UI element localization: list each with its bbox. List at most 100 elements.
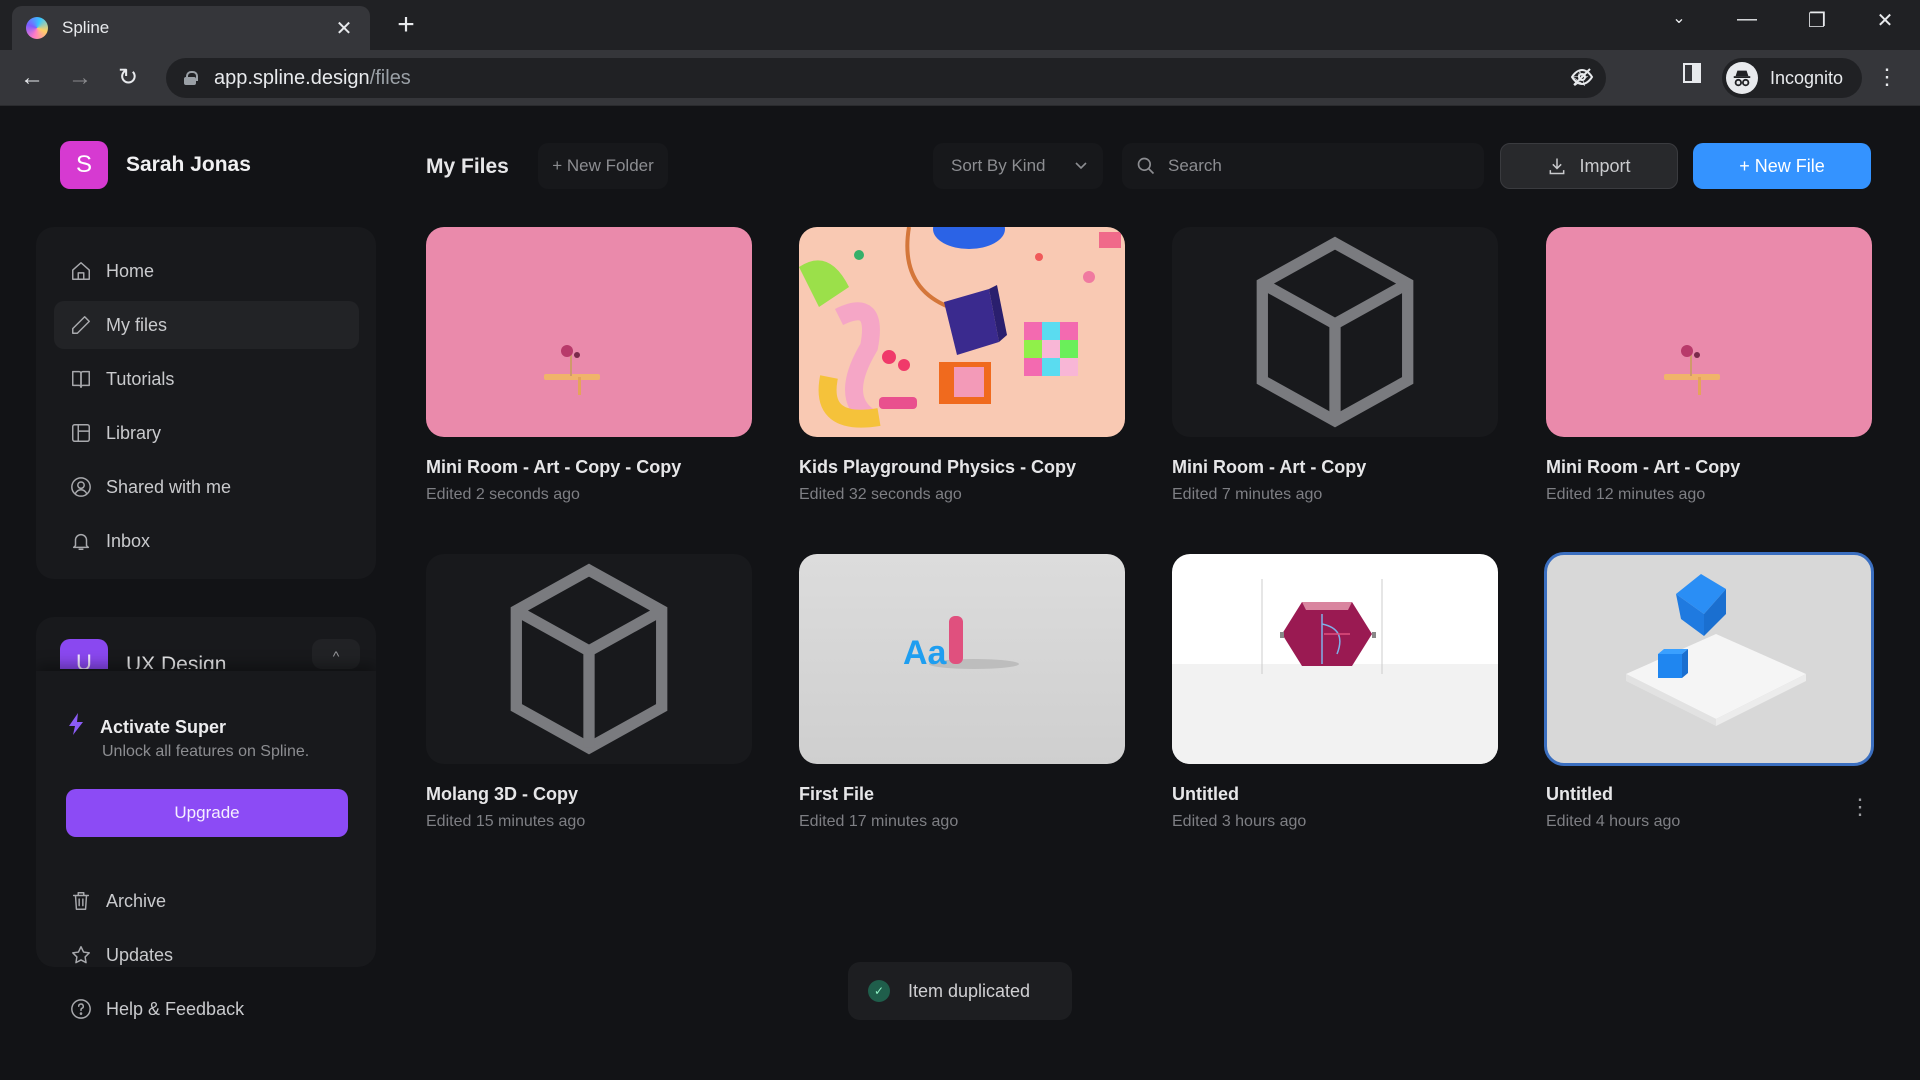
user-profile[interactable]: S Sarah Jonas	[60, 141, 251, 189]
toast-notification: ✓ Item duplicated	[848, 962, 1072, 1020]
search-icon	[1137, 157, 1155, 175]
download-icon	[1550, 158, 1565, 175]
restore-icon[interactable]: ❐	[1802, 8, 1832, 33]
new-file-button[interactable]: + New File	[1693, 143, 1871, 189]
url-path: /files	[369, 66, 411, 89]
file-edited: Edited 7 minutes ago	[1172, 486, 1323, 503]
file-thumbnail-empty	[1172, 227, 1498, 437]
spline-favicon-icon	[26, 17, 48, 39]
file-edited: Edited 12 minutes ago	[1546, 486, 1706, 503]
file-edited: Edited 3 hours ago	[1172, 813, 1307, 830]
incognito-label: Incognito	[1770, 67, 1844, 88]
back-icon[interactable]: ←	[16, 62, 48, 94]
book-icon	[70, 368, 92, 390]
sort-dropdown[interactable]: Sort By Kind	[933, 143, 1103, 189]
side-panel-icon[interactable]	[1680, 61, 1704, 91]
file-card[interactable]: Molang 3D - Copy Edited 15 minutes ago	[426, 554, 752, 831]
sidebar-item-help-feedback[interactable]: Help & Feedback	[54, 985, 354, 1033]
sidebar-item-archive[interactable]: Archive	[54, 877, 354, 925]
sidebar-item-label: Updates	[106, 944, 174, 965]
star-icon	[70, 944, 92, 966]
file-edited: Edited 4 hours ago	[1546, 813, 1681, 830]
search-input[interactable]	[1168, 156, 1468, 176]
browser-tab-strip: Spline ✕ + ⌄ — ❐ ✕	[0, 0, 1920, 50]
sidebar-item-my-files[interactable]: My files	[54, 301, 359, 349]
reload-icon[interactable]: ↻	[112, 62, 144, 94]
minimize-icon[interactable]: —	[1732, 8, 1762, 31]
browser-toolbar: ← → ↻ app.spline.design/files ☆ Incognit…	[0, 50, 1920, 106]
import-label: Import	[1579, 155, 1631, 176]
chevron-down-icon	[1075, 159, 1087, 173]
incognito-profile-button[interactable]: Incognito	[1722, 58, 1862, 98]
upgrade-button[interactable]: Upgrade	[66, 789, 348, 837]
sort-label: Sort By Kind	[951, 156, 1046, 175]
incognito-icon	[1726, 62, 1758, 94]
lock-icon	[184, 71, 198, 85]
forward-icon[interactable]: →	[64, 62, 96, 94]
layout-icon	[70, 422, 92, 444]
cube-placeholder-icon	[510, 563, 668, 755]
help-icon	[70, 998, 92, 1020]
browser-menu-icon[interactable]: ⋮	[1876, 64, 1898, 90]
user-circle-icon	[70, 476, 92, 498]
home-icon	[70, 260, 92, 282]
file-title: Mini Room - Art - Copy - Copy	[426, 457, 682, 477]
close-tab-icon[interactable]: ✕	[332, 16, 356, 41]
file-thumbnail-cubes	[1544, 552, 1874, 766]
sidebar-item-updates[interactable]: Updates	[54, 931, 354, 979]
lightning-bolt-icon	[68, 713, 84, 741]
address-bar[interactable]: app.spline.design/files ☆	[166, 58, 1606, 98]
import-button[interactable]: Import	[1500, 143, 1678, 189]
new-folder-button[interactable]: + New Folder	[538, 143, 668, 189]
sidebar-item-shared-with-me[interactable]: Shared with me	[54, 463, 359, 511]
browser-tab[interactable]: Spline ✕	[12, 6, 370, 50]
file-title: Kids Playground Physics - Copy	[799, 457, 1077, 477]
file-thumbnail-mini-room	[426, 227, 752, 437]
promo-title: Activate Super	[100, 716, 227, 737]
file-card[interactable]: Mini Room - Art - Copy Edited 7 minutes …	[1172, 227, 1498, 504]
tab-search-icon[interactable]: ⌄	[1664, 8, 1694, 28]
file-title: Mini Room - Art - Copy	[1546, 457, 1741, 477]
chevron-up-icon[interactable]: ^	[312, 639, 360, 669]
spline-app: S Sarah Jonas Home My files Tutorials Li…	[0, 107, 1920, 1080]
eye-off-icon[interactable]	[1570, 65, 1594, 95]
sidebar-item-home[interactable]: Home	[54, 247, 359, 295]
sidebar-item-label: Help & Feedback	[106, 998, 245, 1019]
check-circle-icon: ✓	[868, 980, 890, 1002]
sidebar-item-label: Inbox	[106, 530, 151, 551]
file-title: Molang 3D - Copy	[426, 784, 578, 804]
file-thumbnail-first-file: Aa	[799, 554, 1125, 764]
file-title: Mini Room - Art - Copy	[1172, 457, 1367, 477]
url-host: app.spline.design	[214, 66, 370, 89]
window-close-icon[interactable]: ✕	[1870, 8, 1900, 33]
file-title: Untitled	[1546, 784, 1613, 804]
sidebar-item-label: Library	[106, 422, 162, 443]
file-edited: Edited 15 minutes ago	[426, 813, 586, 830]
file-edited: Edited 2 seconds ago	[426, 486, 580, 503]
page-title: My Files	[426, 155, 509, 178]
file-edited: Edited 17 minutes ago	[799, 813, 959, 830]
file-card[interactable]: Mini Room - Art - Copy - Copy Edited 2 s…	[426, 227, 752, 504]
toast-text: Item duplicated	[908, 980, 1031, 1001]
more-options-icon[interactable]: ⋮	[1848, 792, 1872, 822]
file-thumbnail-playground	[799, 227, 1125, 437]
file-card[interactable]: Kids Playground Physics - Copy Edited 32…	[799, 227, 1125, 504]
file-edited: Edited 32 seconds ago	[799, 486, 962, 503]
file-title: First File	[799, 784, 875, 804]
file-card-selected[interactable]: Untitled Edited 4 hours ago ⋮	[1544, 552, 1874, 831]
file-card[interactable]: Aa First File Edited 17 minutes ago	[799, 554, 1125, 831]
sidebar-item-label: My files	[106, 314, 168, 335]
svg-text:Aa: Aa	[903, 634, 948, 672]
sidebar-item-inbox[interactable]: Inbox	[54, 517, 359, 565]
sidebar-item-label: Shared with me	[106, 476, 232, 497]
file-card[interactable]: Mini Room - Art - Copy Edited 12 minutes…	[1546, 227, 1872, 504]
sidebar-item-library[interactable]: Library	[54, 409, 359, 457]
new-tab-button[interactable]: +	[390, 10, 422, 40]
bell-icon	[70, 530, 92, 552]
team-name: UX Design	[126, 653, 227, 669]
file-thumbnail-hexagon	[1172, 554, 1498, 764]
sidebar-item-tutorials[interactable]: Tutorials	[54, 355, 359, 403]
file-card[interactable]: Untitled Edited 3 hours ago	[1172, 554, 1498, 831]
trash-icon	[70, 890, 92, 912]
user-name: Sarah Jonas	[126, 153, 251, 176]
